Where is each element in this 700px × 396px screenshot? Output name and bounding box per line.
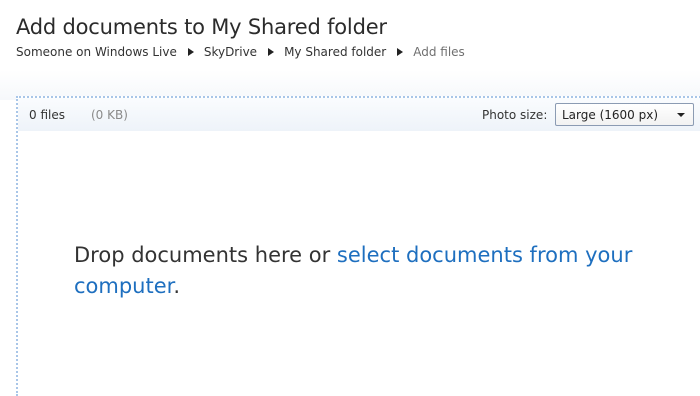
breadcrumb-separator-icon [268, 48, 275, 56]
drop-message-period: . [173, 274, 181, 298]
page-header: Add documents to My Shared folder Someon… [0, 0, 700, 100]
photo-size-label: Photo size: [482, 108, 548, 122]
upload-toolbar: 0 files (0 KB) Photo size: Large (1600 p… [18, 98, 700, 131]
breadcrumb-separator-icon [397, 48, 404, 56]
breadcrumb-separator-icon [187, 48, 194, 56]
drop-zone[interactable]: 0 files (0 KB) Photo size: Large (1600 p… [16, 96, 700, 396]
page-title: Add documents to My Shared folder [16, 15, 387, 39]
breadcrumb-item-someone[interactable]: Someone on Windows Live [16, 45, 177, 59]
breadcrumb-item-add-files: Add files [413, 45, 465, 59]
breadcrumb-item-skydrive[interactable]: SkyDrive [204, 45, 257, 59]
breadcrumb: Someone on Windows Live SkyDrive My Shar… [16, 45, 465, 59]
photo-size-select[interactable]: Large (1600 px) [555, 103, 694, 126]
file-size: (0 KB) [91, 108, 128, 122]
breadcrumb-item-my-shared-folder[interactable]: My Shared folder [284, 45, 386, 59]
drop-message: Drop documents here or select documents … [74, 240, 674, 302]
chevron-down-icon [677, 113, 685, 117]
file-count: 0 files [29, 108, 65, 122]
photo-size-value: Large (1600 px) [562, 108, 659, 122]
drop-message-text: Drop documents here or [74, 243, 337, 267]
